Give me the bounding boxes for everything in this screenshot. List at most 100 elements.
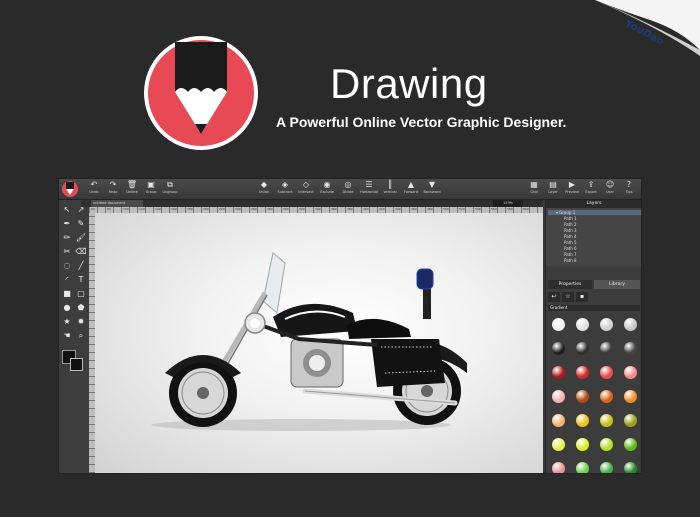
gradient-swatch[interactable] [576, 438, 589, 451]
gradient-section-title: Gradient [548, 305, 640, 311]
gradient-swatch[interactable] [552, 438, 565, 451]
gradient-swatch[interactable] [624, 414, 637, 427]
motorcycle-artwork[interactable] [95, 213, 543, 473]
ruler-tick-label: 60 [91, 207, 95, 211]
drawing-canvas[interactable] [95, 213, 543, 473]
rounded-rect-tool-icon[interactable]: ▢ [75, 288, 87, 300]
spiral-tool-icon[interactable]: ◌ [61, 260, 73, 272]
intersect-button[interactable]: ◇ Intersect [295, 180, 317, 198]
exclude-icon: ◉ [323, 180, 331, 189]
gradient-swatch[interactable] [624, 438, 637, 451]
ruler-tick-label: 300 [283, 207, 289, 211]
vertical-button[interactable]: ║ Vertical [379, 180, 401, 198]
burst-tool-icon[interactable]: ✹ [75, 316, 87, 328]
gradient-swatch[interactable] [576, 390, 589, 403]
tab-library[interactable]: Library [594, 280, 640, 289]
union-button[interactable]: ◆ Union [253, 180, 275, 198]
divide-button[interactable]: ◎ Divide [337, 180, 359, 198]
library-swatch-icon[interactable]: ▪ [576, 292, 588, 302]
gradient-swatch[interactable] [552, 318, 565, 331]
tips-button[interactable]: ? Tips [618, 180, 640, 198]
gradient-swatch[interactable] [576, 414, 589, 427]
layer-item[interactable]: Path 8 [548, 258, 641, 263]
layer-item[interactable]: Path 6 [548, 246, 641, 251]
toolbar-button-label: Tips [625, 190, 633, 194]
line-tool-icon[interactable]: ╱ [75, 260, 87, 272]
arc-tool-icon[interactable]: ◜ [61, 274, 73, 286]
node-tool-icon[interactable]: ✎ [75, 218, 87, 230]
document-tab[interactable]: untitled document [91, 200, 143, 207]
gradient-swatch[interactable] [552, 342, 565, 355]
gradient-swatch[interactable] [576, 342, 589, 355]
ungroup-button[interactable]: ⧉ Ungroup [159, 180, 181, 198]
gradient-swatch[interactable] [600, 390, 613, 403]
subtract-button[interactable]: ◈ Subtract [274, 180, 296, 198]
backward-button[interactable]: ▼ Backward [421, 180, 443, 198]
gradient-swatch[interactable] [624, 462, 637, 473]
layer-item[interactable]: Path 2 [548, 222, 641, 227]
select-tool-icon[interactable]: ↖ [61, 204, 73, 216]
ruler-tick-label: 340 [315, 207, 321, 211]
ruler-tick-label: 360 [331, 207, 337, 211]
gradient-swatch[interactable] [600, 462, 613, 473]
layer-item[interactable]: Path 1 [548, 216, 641, 221]
rectangle-tool-icon[interactable]: ■ [61, 288, 73, 300]
gradient-swatch-grid [546, 314, 641, 473]
subtract-icon: ◈ [281, 180, 289, 189]
ruler-tick-label: 600 [523, 207, 529, 211]
library-back-icon[interactable]: ↩ [548, 292, 560, 302]
layer-item[interactable]: ▾ Group 1 [548, 210, 641, 215]
gradient-swatch[interactable] [624, 366, 637, 379]
knife-tool-icon[interactable]: ✂ [61, 246, 73, 258]
forward-button[interactable]: ▲ Forward [400, 180, 422, 198]
horizontal-button[interactable]: ☰ Horizontal [358, 180, 380, 198]
library-star-icon[interactable]: ☆ [562, 292, 574, 302]
forward-icon: ▲ [407, 180, 415, 189]
gradient-swatch[interactable] [600, 414, 613, 427]
gradient-swatch[interactable] [624, 342, 637, 355]
zoom-select[interactable]: 123% [493, 200, 523, 207]
exclude-button[interactable]: ◉ Exclude [316, 180, 338, 198]
divide-icon: ◎ [344, 180, 352, 189]
help-icon: ? [626, 180, 632, 189]
gradient-swatch[interactable] [576, 462, 589, 473]
tab-properties[interactable]: Properties [548, 280, 592, 289]
ruler-tick-label: 440 [395, 207, 401, 211]
ruler-tick-label: 100 [123, 207, 129, 211]
ellipse-tool-icon[interactable]: ● [61, 302, 73, 314]
gradient-swatch[interactable] [576, 318, 589, 331]
app-menu-logo[interactable] [61, 180, 79, 198]
zoom-tool-icon[interactable]: ⌕ [75, 330, 87, 342]
brush-tool-icon[interactable]: 🖌 [75, 232, 87, 244]
ruler-tick-label: 260 [251, 207, 257, 211]
gradient-swatch[interactable] [552, 414, 565, 427]
pencil-tool-icon[interactable]: ✏ [61, 232, 73, 244]
ruler-tick-label: 420 [379, 207, 385, 211]
ruler-tick-label: 120 [139, 207, 145, 211]
text-tool-icon[interactable]: T [75, 274, 87, 286]
hand-tool-icon[interactable]: ☚ [61, 330, 73, 342]
polygon-tool-icon[interactable]: ⬟ [75, 302, 87, 314]
layer-item[interactable]: Path 5 [548, 240, 641, 245]
eraser-tool-icon[interactable]: ⌫ [75, 246, 87, 258]
layer-item[interactable]: Path 7 [548, 252, 641, 257]
gradient-swatch[interactable] [552, 390, 565, 403]
gradient-swatch[interactable] [624, 318, 637, 331]
pen-tool-icon[interactable]: ✒ [61, 218, 73, 230]
gradient-swatch[interactable] [600, 342, 613, 355]
layer-item[interactable]: Path 3 [548, 228, 641, 233]
gradient-swatch[interactable] [576, 366, 589, 379]
gradient-swatch[interactable] [600, 318, 613, 331]
library-category-bar: ↩ ☆ ▪ [548, 292, 640, 302]
stroke-color-swatch[interactable] [70, 358, 83, 371]
gradient-swatch[interactable] [624, 390, 637, 403]
gradient-swatch[interactable] [600, 438, 613, 451]
gradient-swatch[interactable] [552, 462, 565, 473]
layer-item[interactable]: Path 4 [548, 234, 641, 239]
gradient-swatch[interactable] [552, 366, 565, 379]
star-tool-icon[interactable]: ★ [61, 316, 73, 328]
app-title: Drawing [330, 60, 488, 107]
corner-decoration [595, 0, 700, 56]
gradient-swatch[interactable] [600, 366, 613, 379]
ruler-tick-label: 220 [219, 207, 225, 211]
